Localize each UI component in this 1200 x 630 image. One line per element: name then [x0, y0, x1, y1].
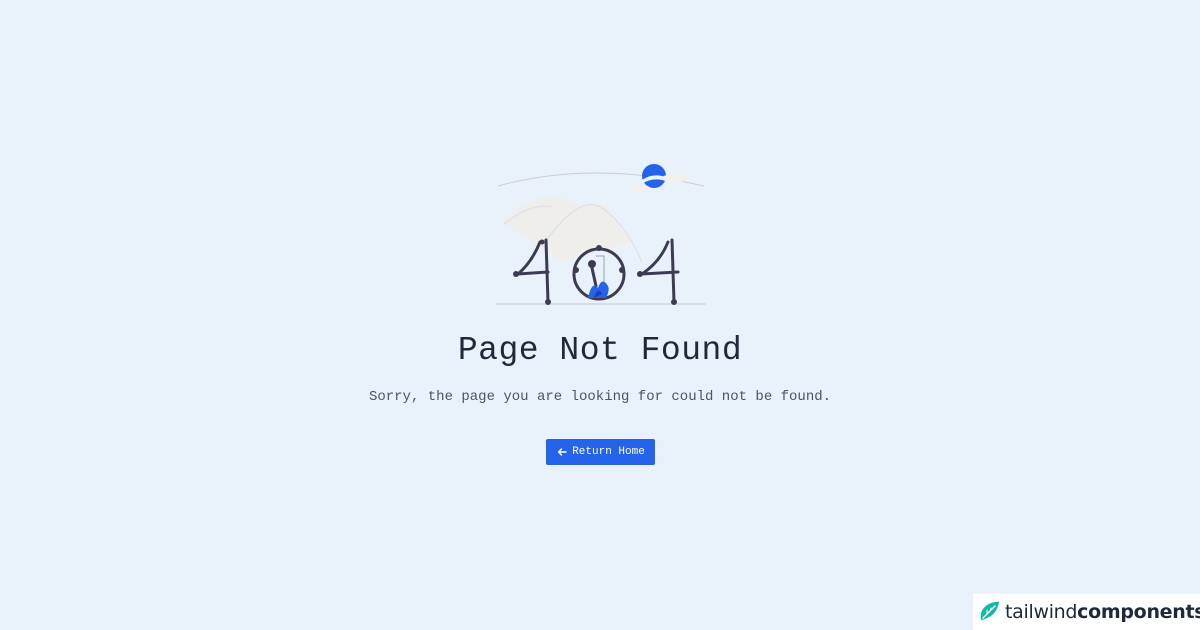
not-found-page: Page Not Found Sorry, the page you are l… [0, 0, 1200, 630]
brand-name: tailwindcomponents [1005, 601, 1200, 623]
brand-name-light: tailwind [1005, 601, 1078, 623]
tailwind-leaf-icon [977, 600, 1001, 624]
tailwind-components-badge[interactable]: tailwindcomponents [973, 594, 1200, 630]
brand-name-bold: components [1077, 601, 1200, 623]
404-illustration [496, 164, 706, 305]
page-title: Page Not Found [457, 332, 743, 369]
return-home-button[interactable]: Return Home [546, 439, 655, 465]
arrow-left-icon [556, 447, 567, 458]
not-found-message: Sorry, the page you are looking for coul… [368, 389, 832, 405]
return-home-label: Return Home [572, 446, 645, 458]
